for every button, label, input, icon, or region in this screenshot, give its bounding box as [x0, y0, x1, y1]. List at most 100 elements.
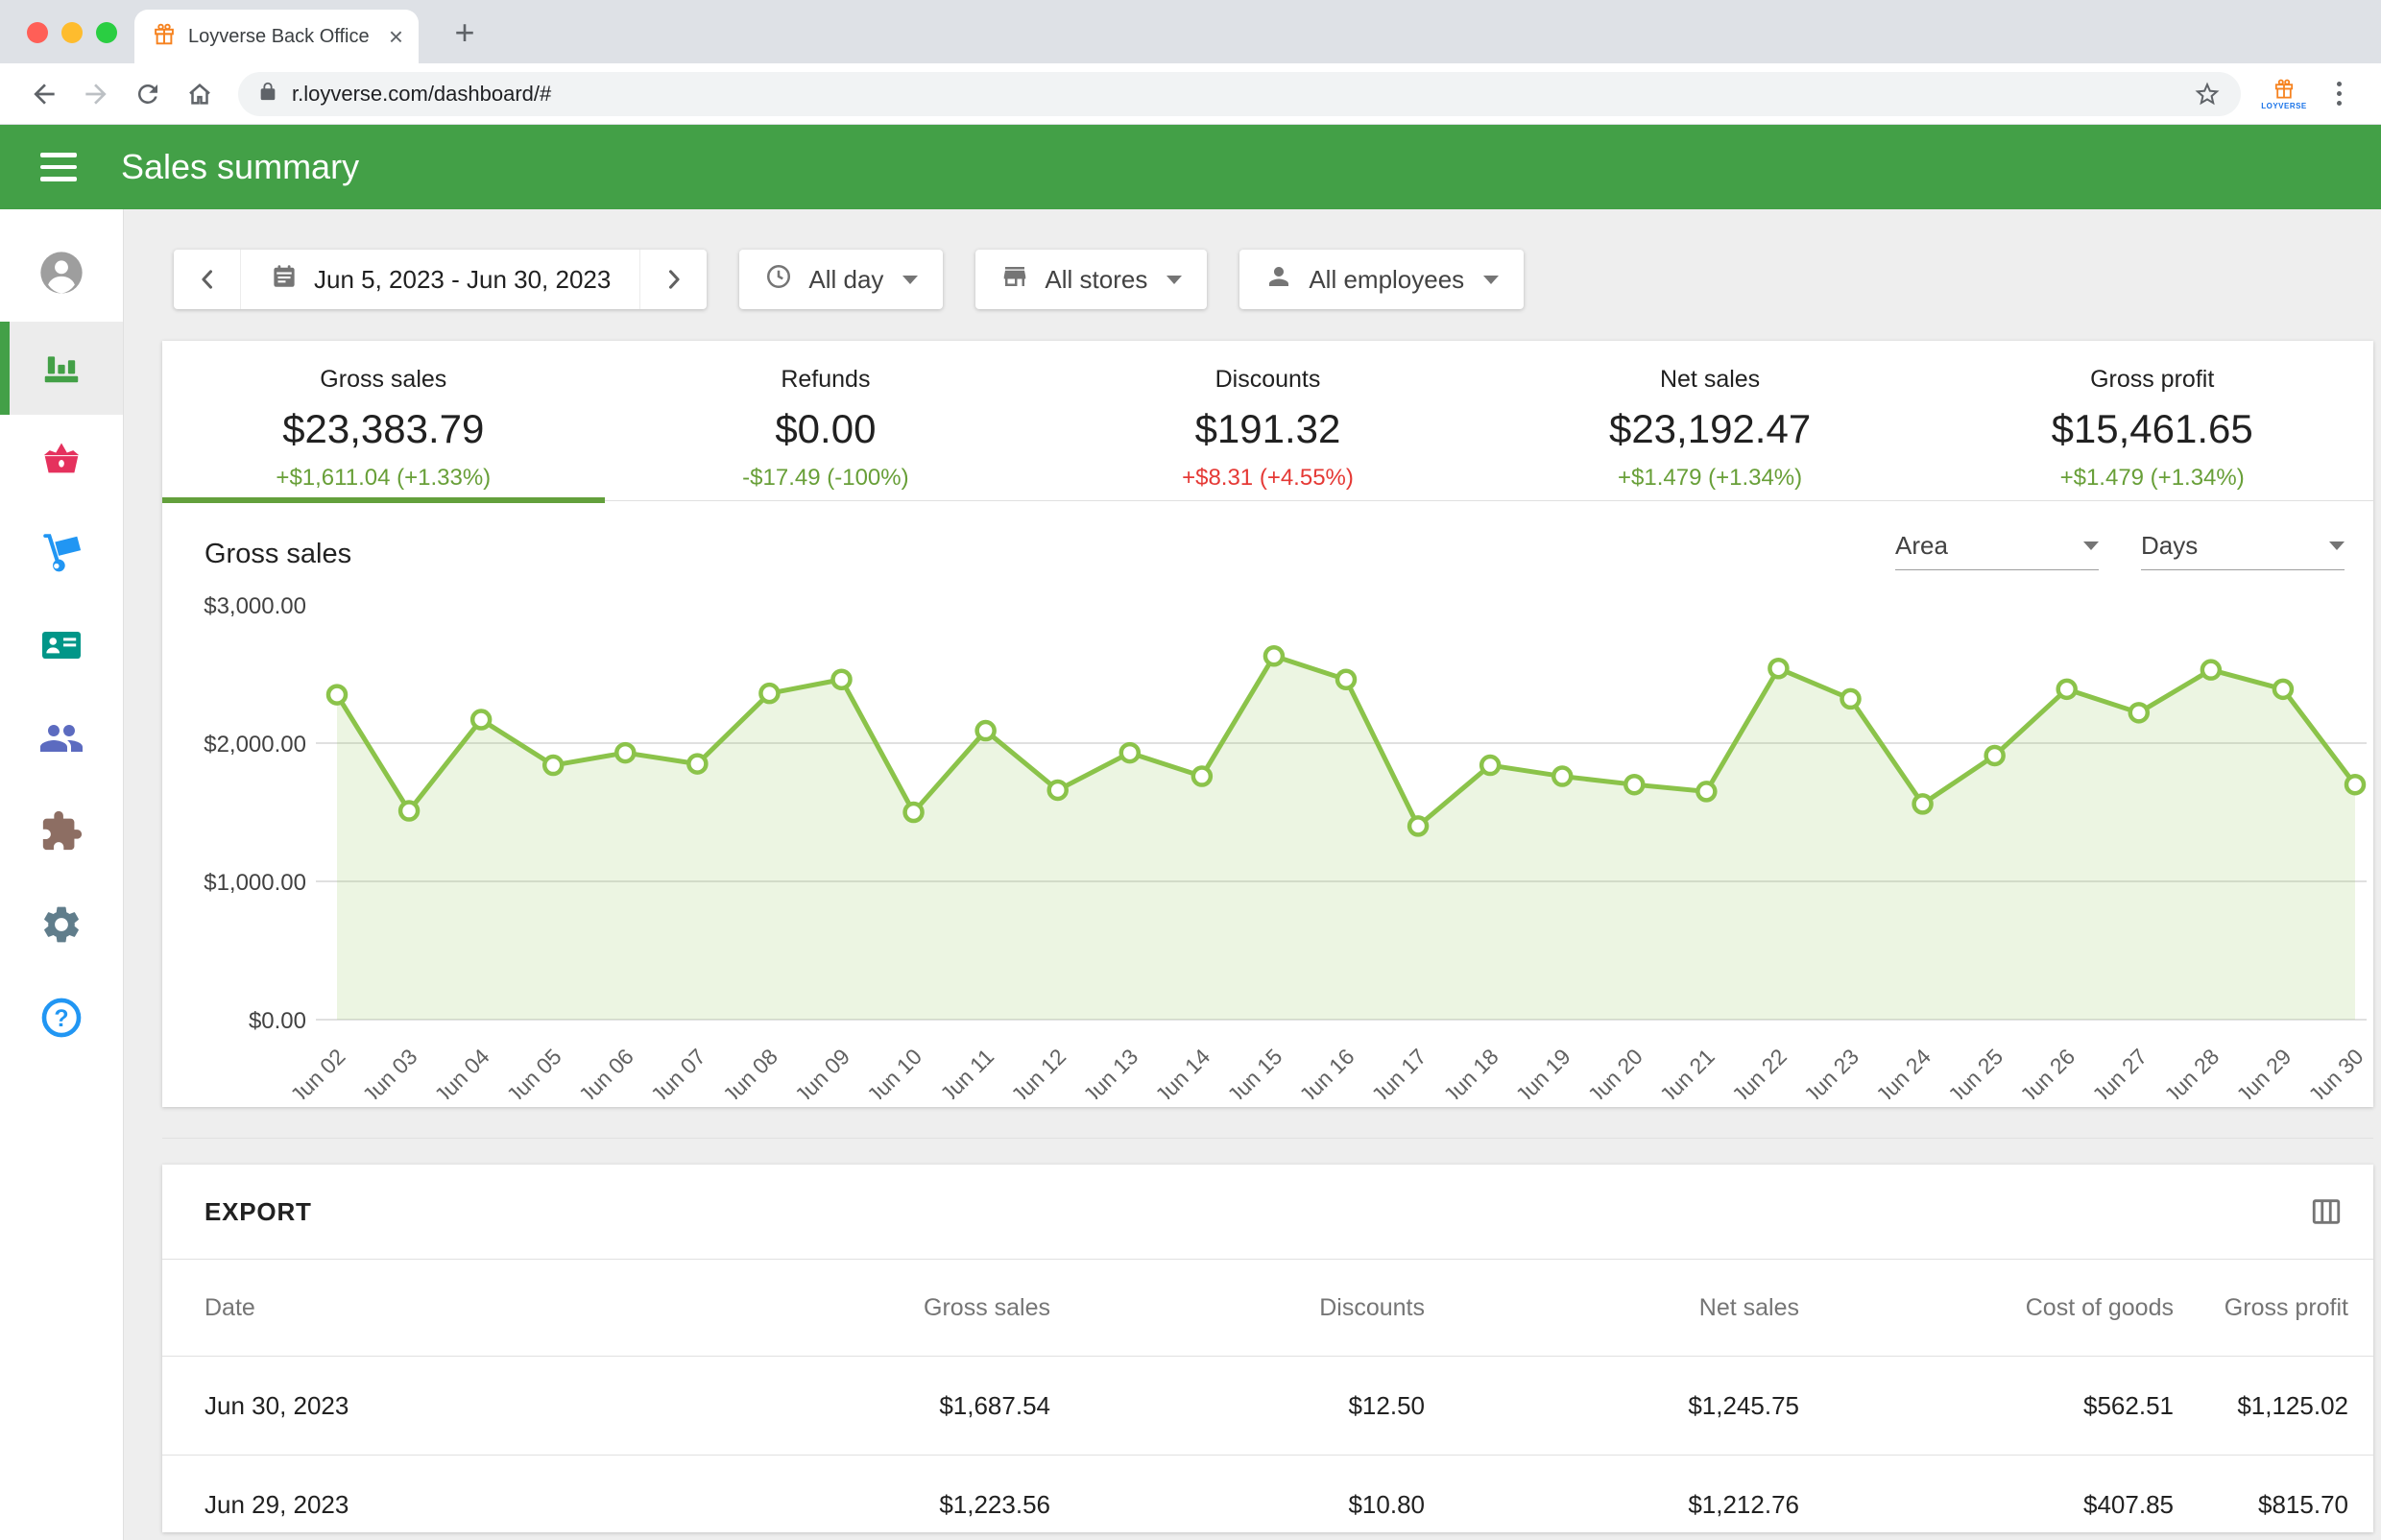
- metric-delta: -$17.49 (-100%): [605, 465, 1047, 492]
- filter-row: Jun 5, 2023 - Jun 30, 2023 All day: [174, 250, 1524, 309]
- chart-period-select[interactable]: Days: [2141, 531, 2345, 570]
- column-header-gross-sales[interactable]: Gross sales: [681, 1260, 1050, 1357]
- sidebar-item-inventory[interactable]: [0, 508, 123, 601]
- section-divider: [162, 1138, 2373, 1139]
- loyverse-extension-icon[interactable]: LOYVERSE: [2258, 78, 2310, 110]
- svg-text:Jun 14: Jun 14: [1150, 1044, 1215, 1099]
- svg-text:Jun 13: Jun 13: [1078, 1044, 1142, 1099]
- metric-value: $23,383.79: [162, 406, 605, 452]
- metric-refunds[interactable]: Refunds $0.00 -$17.49 (-100%): [605, 341, 1047, 500]
- home-icon[interactable]: [179, 73, 221, 115]
- gear-icon: [39, 902, 84, 951]
- sidebar-item-integrations[interactable]: [0, 787, 123, 880]
- column-header-cost-of-goods[interactable]: Cost of goods: [1799, 1260, 2174, 1357]
- window-close-button[interactable]: [27, 22, 48, 43]
- metric-value: $0.00: [605, 406, 1047, 452]
- sidebar-item-settings[interactable]: [0, 880, 123, 974]
- column-header-net-sales[interactable]: Net sales: [1425, 1260, 1799, 1357]
- gross-sales-area-chart[interactable]: $3,000.00$2,000.00$1,000.00$0.00Jun 02Ju…: [164, 576, 2372, 1099]
- metric-gross-sales[interactable]: Gross sales $23,383.79 +$1,611.04 (+1.33…: [162, 341, 605, 500]
- address-bar[interactable]: r.loyverse.com/dashboard/#: [238, 72, 2241, 116]
- browser-tab[interactable]: Loyverse Back Office ×: [134, 10, 419, 63]
- cell-cost-of-goods: $562.51: [1799, 1357, 2174, 1456]
- page-title: Sales summary: [121, 147, 359, 187]
- employees-filter-button[interactable]: All employees: [1239, 250, 1524, 309]
- metric-value: $191.32: [1046, 406, 1489, 452]
- svg-text:Jun 16: Jun 16: [1294, 1044, 1359, 1099]
- column-settings-icon[interactable]: [2310, 1195, 2343, 1228]
- svg-text:Jun 03: Jun 03: [357, 1044, 421, 1099]
- svg-text:$3,000.00: $3,000.00: [204, 593, 306, 619]
- next-period-button[interactable]: [639, 250, 707, 309]
- tab-close-icon[interactable]: ×: [389, 24, 403, 49]
- chart-type-select[interactable]: Area: [1895, 531, 2099, 570]
- svg-text:$2,000.00: $2,000.00: [204, 732, 306, 758]
- svg-text:Jun 23: Jun 23: [1799, 1044, 1864, 1099]
- menu-hamburger-icon[interactable]: [40, 153, 77, 181]
- table-row[interactable]: Jun 29, 2023 $1,223.56 $10.80 $1,212.76 …: [162, 1456, 2373, 1533]
- svg-text:Jun 05: Jun 05: [502, 1044, 566, 1099]
- sidebar: ?: [0, 209, 124, 1540]
- person-icon: [1264, 262, 1293, 298]
- help-icon: ?: [39, 996, 84, 1045]
- svg-text:Jun 22: Jun 22: [1727, 1044, 1792, 1099]
- cell-gross-sales: $1,687.54: [681, 1357, 1050, 1456]
- date-range-text: Jun 5, 2023 - Jun 30, 2023: [314, 265, 611, 295]
- basket-icon: [39, 437, 84, 486]
- column-header-date[interactable]: Date: [162, 1260, 681, 1357]
- svg-text:Jun 30: Jun 30: [2303, 1044, 2368, 1099]
- cell-date: Jun 29, 2023: [162, 1456, 681, 1533]
- sidebar-item-profile[interactable]: [0, 229, 123, 322]
- time-filter-button[interactable]: All day: [739, 250, 943, 309]
- new-tab-button[interactable]: +: [444, 12, 486, 54]
- metric-discounts[interactable]: Discounts $191.32 +$8.31 (+4.55%): [1046, 341, 1489, 500]
- chart-title: Gross sales: [204, 539, 351, 570]
- svg-text:Jun 04: Jun 04: [429, 1044, 493, 1099]
- metric-net-sales[interactable]: Net sales $23,192.47 +$1.479 (+1.34%): [1489, 341, 1932, 500]
- sidebar-item-employees[interactable]: [0, 694, 123, 787]
- tab-title: Loyverse Back Office: [188, 26, 377, 48]
- svg-text:Jun 19: Jun 19: [1511, 1044, 1575, 1099]
- window-zoom-button[interactable]: [96, 22, 117, 43]
- sidebar-item-help[interactable]: ?: [0, 974, 123, 1067]
- metric-gross-profit[interactable]: Gross profit $15,461.65 +$1.479 (+1.34%): [1931, 341, 2373, 500]
- sidebar-item-items[interactable]: [0, 415, 123, 508]
- date-range-button[interactable]: Jun 5, 2023 - Jun 30, 2023: [241, 262, 639, 298]
- column-header-discounts[interactable]: Discounts: [1050, 1260, 1425, 1357]
- metric-delta: +$1.479 (+1.34%): [1489, 465, 1932, 492]
- metric-delta: +$1.479 (+1.34%): [1931, 465, 2373, 492]
- table-row[interactable]: Jun 30, 2023 $1,687.54 $12.50 $1,245.75 …: [162, 1357, 2373, 1456]
- previous-period-button[interactable]: [174, 250, 241, 309]
- svg-text:$0.00: $0.00: [249, 1008, 306, 1034]
- svg-text:Jun 25: Jun 25: [1943, 1044, 2008, 1099]
- sidebar-item-reports[interactable]: [0, 322, 123, 415]
- clock-icon: [764, 262, 793, 298]
- forward-icon[interactable]: [75, 73, 117, 115]
- metric-value: $15,461.65: [1931, 406, 2373, 452]
- cell-cost-of-goods: $407.85: [1799, 1456, 2174, 1533]
- active-metric-indicator: [162, 497, 605, 503]
- export-button[interactable]: EXPORT: [204, 1197, 312, 1227]
- svg-text:Jun 27: Jun 27: [2087, 1044, 2152, 1099]
- cell-discounts: $12.50: [1050, 1357, 1425, 1456]
- stores-filter-label: All stores: [1045, 265, 1147, 295]
- stores-filter-button[interactable]: All stores: [975, 250, 1207, 309]
- sidebar-item-customers[interactable]: [0, 601, 123, 694]
- browser-menu-icon[interactable]: [2320, 82, 2358, 106]
- cell-gross-sales: $1,223.56: [681, 1456, 1050, 1533]
- bookmark-star-icon[interactable]: [2193, 80, 2222, 108]
- back-icon[interactable]: [23, 73, 65, 115]
- column-header-gross-profit[interactable]: Gross profit: [2174, 1260, 2373, 1357]
- window-minimize-button[interactable]: [61, 22, 83, 43]
- metric-label: Gross sales: [162, 366, 605, 394]
- reload-icon[interactable]: [127, 73, 169, 115]
- metric-delta: +$8.31 (+4.55%): [1046, 465, 1489, 492]
- sales-summary-card: Gross sales $23,383.79 +$1,611.04 (+1.33…: [162, 341, 2373, 1107]
- calendar-icon: [270, 262, 299, 298]
- contact-card-icon: [38, 622, 84, 673]
- puzzle-icon: [39, 809, 84, 858]
- chevron-down-icon: [1483, 276, 1499, 284]
- svg-text:Jun 12: Jun 12: [1006, 1044, 1070, 1099]
- chevron-down-icon: [2083, 541, 2099, 550]
- table-header-row: Date Gross sales Discounts Net sales Cos…: [162, 1260, 2373, 1357]
